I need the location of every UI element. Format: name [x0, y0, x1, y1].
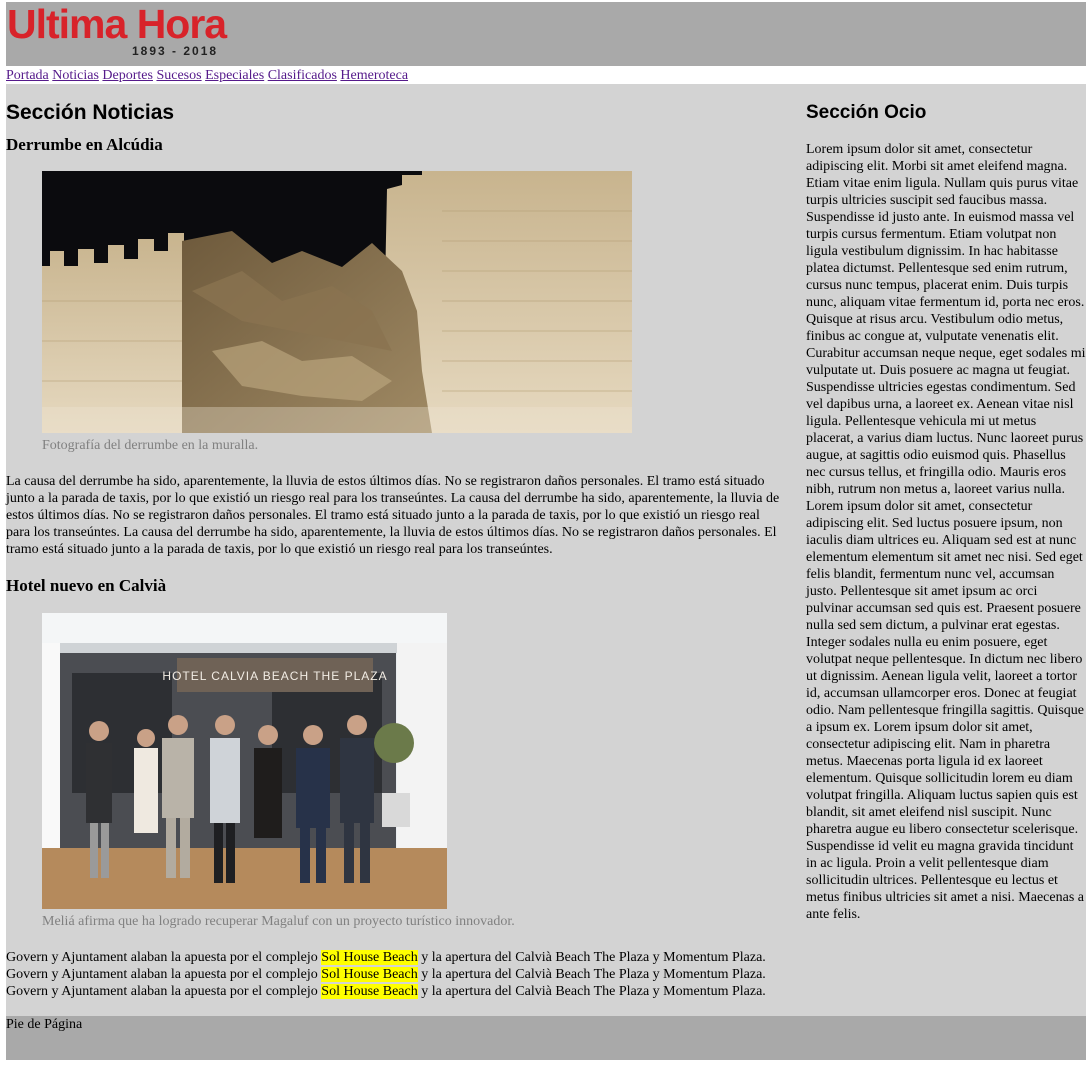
nav-link-hemeroteca[interactable]: Hemeroteca: [340, 68, 408, 83]
article-figure: Fotografía del derrumbe en la muralla.: [42, 171, 786, 454]
site-footer: Pie de Página: [6, 1016, 1086, 1060]
image-caption: Fotografía del derrumbe en la muralla.: [42, 438, 259, 453]
main-nav: Portada Noticias Deportes Sucesos Especi…: [6, 66, 1086, 84]
hotel-sign: HOTEL CALVIA BEACH THE PLAZA: [162, 669, 387, 683]
nav-link-portada[interactable]: Portada: [6, 68, 49, 83]
article-body: La causa del derrumbe ha sido, aparentem…: [6, 474, 780, 557]
page: Ultima Hora 1893 - 2018 Portada Noticias…: [6, 2, 1086, 1060]
news-section: Sección Noticias Derrumbe en Alcúdia Fot…: [6, 84, 786, 1016]
ocio-section: Sección Ocio Lorem ipsum dolor sit amet,…: [806, 84, 1086, 958]
nav-link-clasificados[interactable]: Clasificados: [268, 68, 337, 83]
body-text: y la apertura del Calvià Beach The Plaza…: [417, 984, 766, 999]
article-calvia: Hotel nuevo en Calvià HOTEL CALVIA BEACH…: [6, 576, 786, 1016]
image-caption: Meliá afirma que ha logrado recuperar Ma…: [42, 914, 515, 929]
nav-link-noticias[interactable]: Noticias: [52, 68, 99, 83]
logo-years: 1893 - 2018: [132, 44, 219, 58]
hotel-opening-photo: HOTEL CALVIA BEACH THE PLAZA: [42, 613, 447, 909]
collapsed-wall-photo: [42, 171, 632, 433]
article-title: Derrumbe en Alcúdia: [6, 135, 163, 154]
news-section-title: Sección Noticias: [6, 101, 175, 124]
highlighted-term: Sol House Beach: [321, 967, 418, 982]
article-title: Hotel nuevo en Calvià: [6, 576, 167, 595]
body-text: Govern y Ajuntament alaban la apuesta po…: [6, 950, 322, 965]
highlighted-term: Sol House Beach: [321, 984, 418, 999]
site-logo[interactable]: Ultima Hora: [7, 2, 227, 46]
nav-link-sucesos[interactable]: Sucesos: [156, 68, 201, 83]
site-header: Ultima Hora 1893 - 2018: [6, 2, 1086, 66]
nav-link-especiales[interactable]: Especiales: [205, 68, 264, 83]
footer-text: Pie de Página: [6, 1017, 83, 1032]
article-body: Govern y Ajuntament alaban la apuesta po…: [6, 949, 786, 1000]
highlighted-term: Sol House Beach: [321, 950, 418, 965]
ocio-text: Lorem ipsum dolor sit amet, consectetur …: [806, 142, 1086, 922]
article-alcudia: Derrumbe en Alcúdia Fotografía del derru…: [6, 135, 786, 558]
article-figure: HOTEL CALVIA BEACH THE PLAZA Meliá afirm…: [42, 613, 786, 930]
content-area: Sección Noticias Derrumbe en Alcúdia Fot…: [6, 84, 1086, 1016]
ocio-section-title: Sección Ocio: [806, 102, 927, 123]
nav-link-deportes[interactable]: Deportes: [102, 68, 153, 83]
